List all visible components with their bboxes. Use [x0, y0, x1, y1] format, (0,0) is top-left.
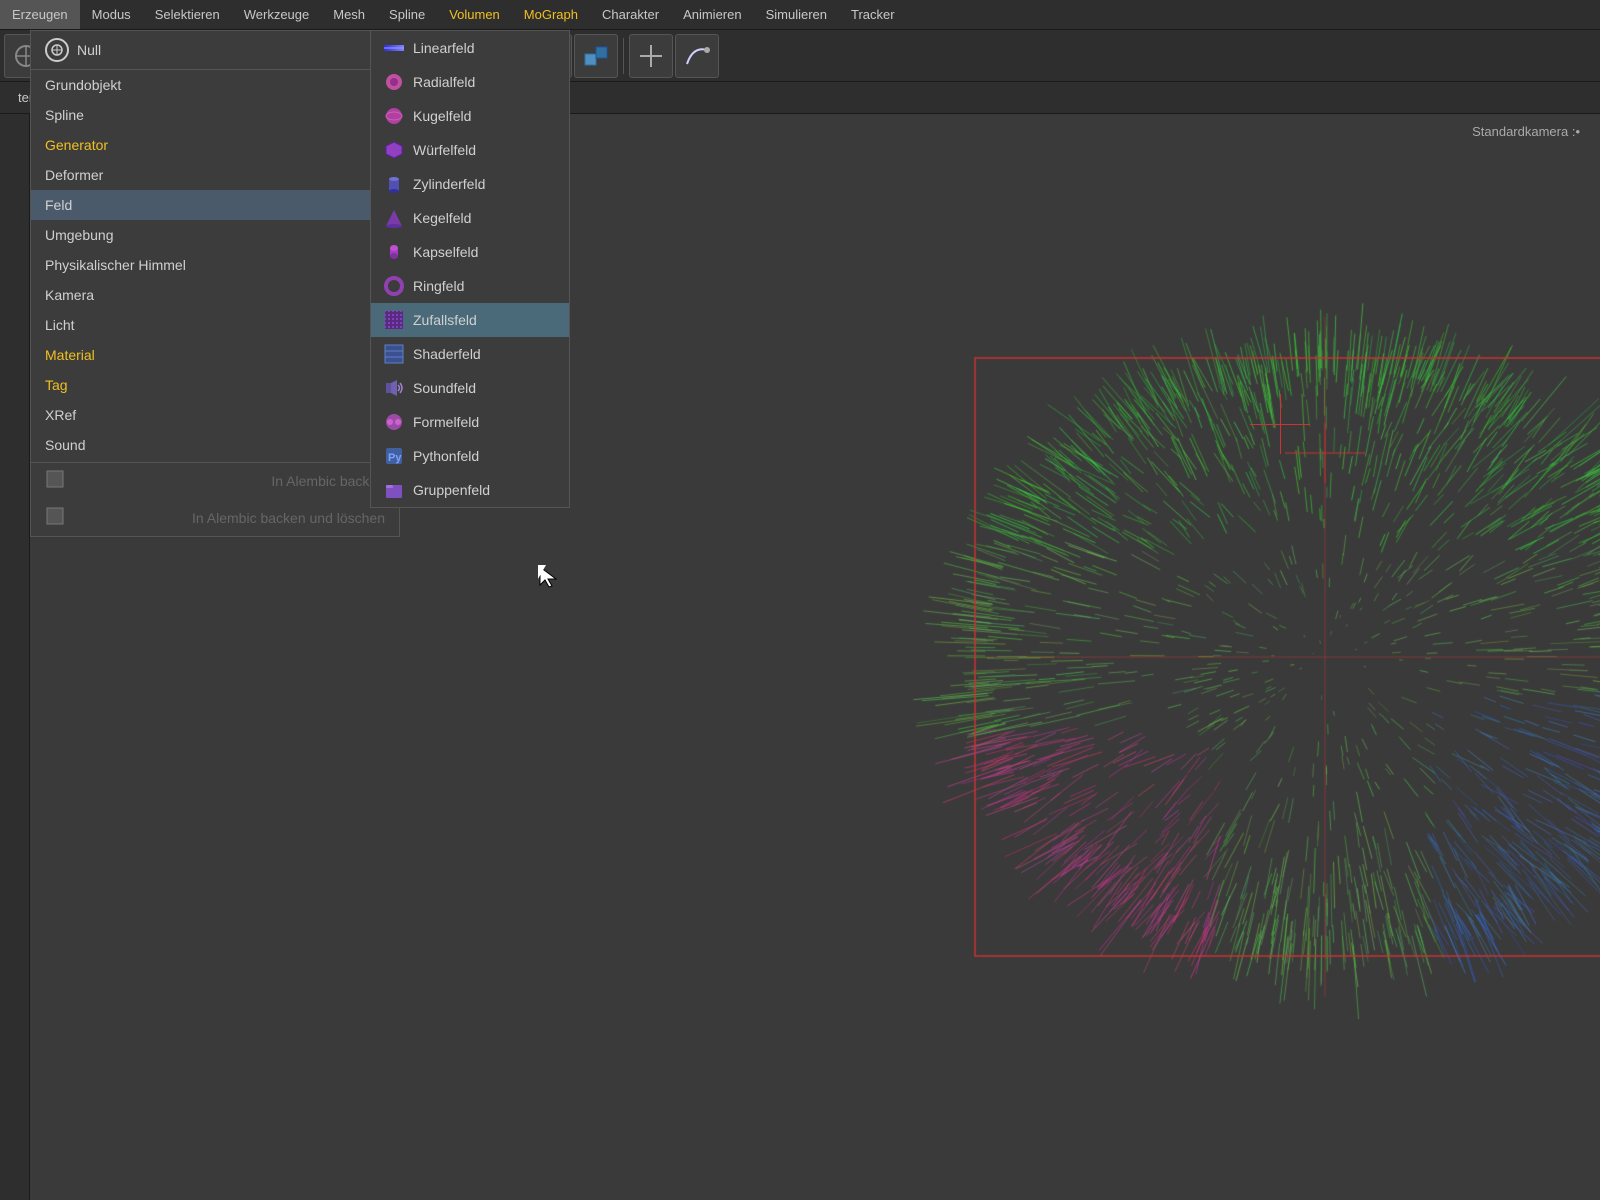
menu-item-alembic-bake: In Alembic backen	[31, 462, 399, 499]
menu-item-umgebung[interactable]: Umgebung	[31, 220, 399, 250]
submenu-gruppenfeld[interactable]: Gruppenfeld	[371, 473, 569, 507]
submenu-zylinderfeld[interactable]: Zylinderfeld	[371, 167, 569, 201]
menu-modus[interactable]: Modus	[80, 0, 143, 29]
menu-werkzeuge[interactable]: Werkzeuge	[232, 0, 322, 29]
submenu-linearfeld[interactable]: Linearfeld	[371, 31, 569, 65]
linearfeld-icon	[383, 37, 405, 59]
shaderfeld-icon	[383, 343, 405, 365]
svg-text:Py: Py	[388, 452, 402, 464]
pythonfeld-icon: Py	[383, 445, 405, 467]
menu-spline[interactable]: Spline	[377, 0, 437, 29]
menu-charakter[interactable]: Charakter	[590, 0, 671, 29]
toolbar-btn-move2[interactable]	[629, 34, 673, 78]
submenu-wuerfelfeld[interactable]: Würfelfeld	[371, 133, 569, 167]
submenu-kegelfeld[interactable]: Kegelfeld	[371, 201, 569, 235]
alembic2-icon	[45, 506, 65, 529]
toolbar-btn-instances[interactable]	[574, 34, 618, 78]
wuerfelfeld-icon	[383, 139, 405, 161]
menu-simulieren[interactable]: Simulieren	[754, 0, 839, 29]
menu-item-kamera[interactable]: Kamera	[31, 280, 399, 310]
menu-erzeugen[interactable]: Erzeugen	[0, 0, 80, 29]
menu-item-alembic-bake-delete: In Alembic backen und löschen	[31, 499, 399, 536]
submenu-zufallsfeld[interactable]: Zufallsfeld	[371, 303, 569, 337]
alembic-icon	[45, 469, 65, 492]
separator-3	[623, 38, 624, 74]
menu-item-licht[interactable]: Licht	[31, 310, 399, 340]
submenu-formelfeld[interactable]: Formelfeld	[371, 405, 569, 439]
submenu-soundfeld[interactable]: Soundfeld	[371, 371, 569, 405]
soundfeld-icon	[383, 377, 405, 399]
menu-item-null[interactable]: Null	[31, 31, 399, 70]
menu-item-generator[interactable]: Generator	[31, 130, 399, 160]
submenu-pythonfeld[interactable]: Py Pythonfeld	[371, 439, 569, 473]
kapselfeld-icon	[383, 241, 405, 263]
submenu-feld: Linearfeld Radialfeld Kugelfeld Würfelfe…	[370, 30, 570, 508]
menu-item-feld[interactable]: Feld	[31, 190, 399, 220]
left-panel	[0, 114, 30, 1200]
menu-item-xref[interactable]: XRef	[31, 400, 399, 430]
menu-item-tag[interactable]: Tag	[31, 370, 399, 400]
kugelfeld-icon	[383, 105, 405, 127]
zufallsfeld-icon	[383, 309, 405, 331]
submenu-kapselfeld[interactable]: Kapselfeld	[371, 235, 569, 269]
menu-item-spline[interactable]: Spline	[31, 100, 399, 130]
submenu-kugelfeld[interactable]: Kugelfeld	[371, 99, 569, 133]
menu-item-material[interactable]: Material	[31, 340, 399, 370]
menu-mograph[interactable]: MoGraph	[512, 0, 590, 29]
toolbar-btn-spline-pen[interactable]	[675, 34, 719, 78]
menu-bar: Erzeugen Modus Selektieren Werkzeuge Mes…	[0, 0, 1600, 30]
menu-item-physhimmel[interactable]: Physikalischer Himmel	[31, 250, 399, 280]
submenu-radialfeld[interactable]: Radialfeld	[371, 65, 569, 99]
menu-selektieren[interactable]: Selektieren	[143, 0, 232, 29]
zylinderfeld-icon	[383, 173, 405, 195]
menu-item-grundobjekt[interactable]: Grundobjekt	[31, 70, 399, 100]
dropdown-erzeugen: Null Grundobjekt Spline Generator Deform…	[30, 30, 400, 537]
menu-tracker[interactable]: Tracker	[839, 0, 907, 29]
menu-item-sound[interactable]: Sound	[31, 430, 399, 460]
submenu-shaderfeld[interactable]: Shaderfeld	[371, 337, 569, 371]
formelfeld-icon	[383, 411, 405, 433]
gruppenfeld-icon	[383, 479, 405, 501]
radialfeld-icon	[383, 71, 405, 93]
menu-mesh[interactable]: Mesh	[321, 0, 377, 29]
menu-item-deformer[interactable]: Deformer	[31, 160, 399, 190]
null-icon	[45, 38, 69, 62]
kegelfeld-icon	[383, 207, 405, 229]
submenu-ringfeld[interactable]: Ringfeld	[371, 269, 569, 303]
menu-volumen[interactable]: Volumen	[437, 0, 512, 29]
menu-animieren[interactable]: Animieren	[671, 0, 754, 29]
ringfeld-icon	[383, 275, 405, 297]
